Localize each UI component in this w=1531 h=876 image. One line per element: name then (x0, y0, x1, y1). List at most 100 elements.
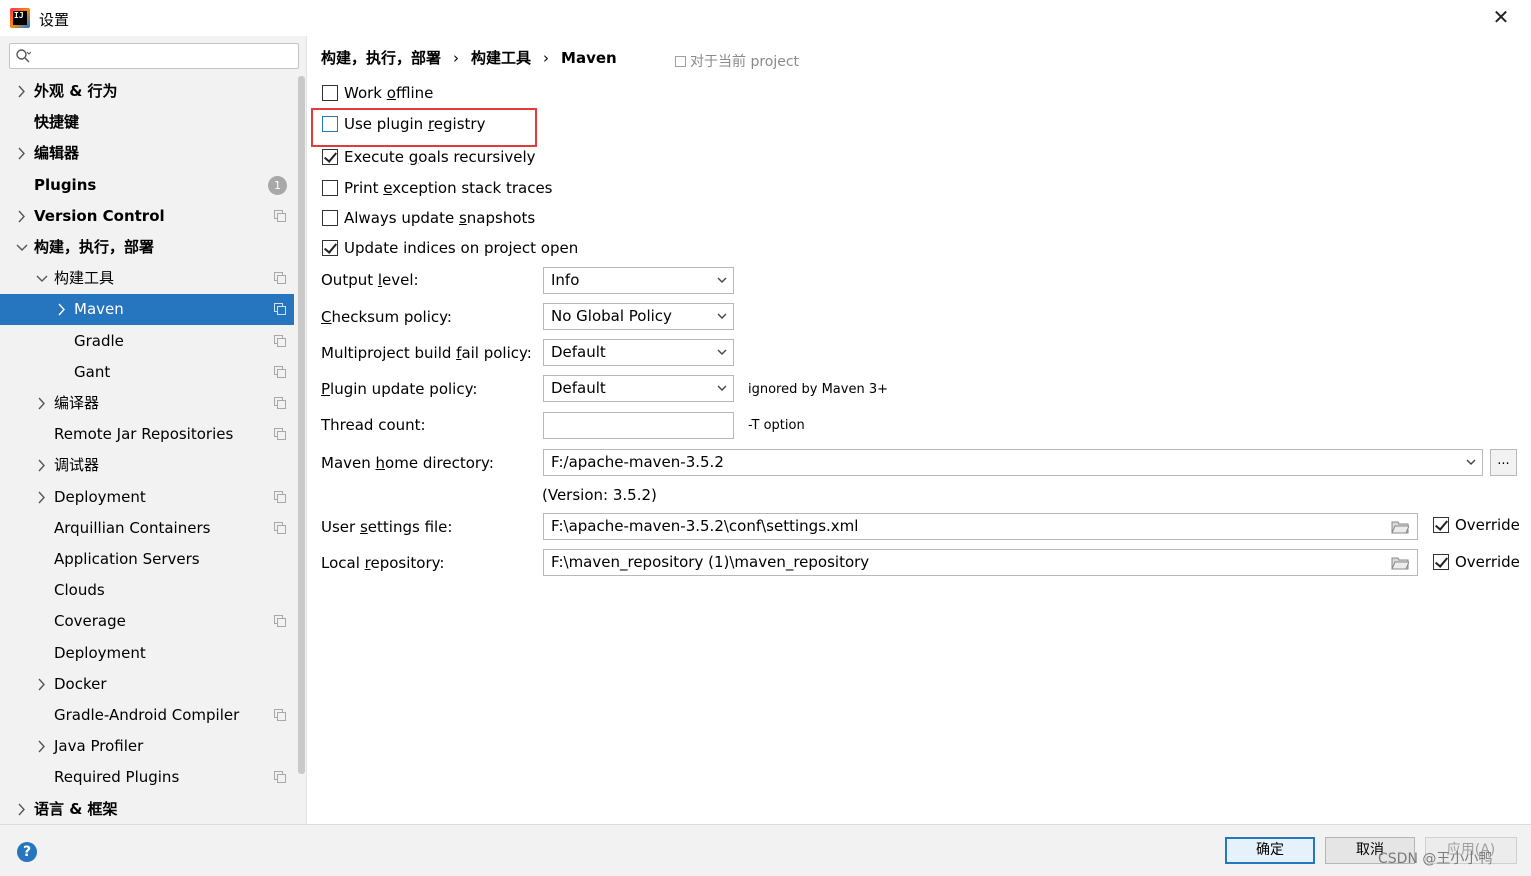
sidebar-item[interactable]: 编译器 (0, 388, 294, 419)
local-repository-value: F:\maven_repository (1)\maven_repository (551, 553, 870, 571)
sidebar-item[interactable]: 语言 & 框架 (0, 794, 294, 825)
dialog-button-bar: ? 确定 取消 应用(A) CSDN @王小小鸭 (0, 824, 1531, 876)
chevron-right-icon[interactable] (15, 794, 29, 825)
sidebar-item-label: Gant (74, 363, 111, 381)
checksum-policy-value: No Global Policy (551, 307, 672, 325)
chevron-right-icon[interactable] (15, 138, 29, 169)
sidebar-item-label: Deployment (54, 644, 146, 662)
settings-search-box[interactable] (9, 43, 299, 69)
chevron-down-icon[interactable] (35, 263, 49, 294)
copy-icon (274, 615, 286, 627)
sidebar-item[interactable]: 编辑器 (0, 138, 294, 169)
settings-sidebar: 外观 & 行为快捷键编辑器 Plugins 1 Version Control 构建，执… (0, 36, 307, 824)
checkbox-box[interactable] (322, 180, 338, 196)
sidebar-scrollbar[interactable] (298, 76, 305, 774)
maven-home-select[interactable]: F:/apache-maven-3.5.2 (543, 449, 1483, 476)
maven-home-value: F:/apache-maven-3.5.2 (551, 453, 724, 471)
project-scope-label: 对于当前 project (675, 51, 799, 71)
breadcrumb-build: 构建，执行，部署 (321, 49, 442, 67)
csdn-watermark: CSDN @王小小鸭 (1378, 851, 1493, 867)
sidebar-item[interactable]: Deployment (0, 482, 294, 513)
sidebar-item[interactable]: Required Plugins (0, 762, 294, 793)
copy-icon (274, 272, 286, 284)
sidebar-item[interactable]: Coverage (0, 606, 294, 637)
sidebar-item-label: Version Control (34, 207, 165, 225)
sidebar-item[interactable]: 构建工具 (0, 263, 294, 294)
ok-button[interactable]: 确定 (1225, 837, 1315, 864)
copy-icon (274, 366, 286, 378)
sidebar-item-label: Plugins (34, 176, 97, 194)
sidebar-item-label: Arquillian Containers (54, 519, 211, 537)
sidebar-item[interactable]: Deployment (0, 638, 294, 669)
close-icon[interactable]: ✕ (1490, 6, 1512, 28)
sidebar-item[interactable]: 外观 & 行为 (0, 76, 294, 107)
sidebar-item[interactable]: Arquillian Containers (0, 513, 294, 544)
sidebar-item[interactable]: 快捷键 (0, 107, 294, 138)
user-settings-input[interactable]: F:\apache-maven-3.5.2\conf\settings.xml (543, 513, 1418, 540)
chevron-right-icon[interactable] (15, 201, 29, 232)
sidebar-item[interactable]: 构建，执行，部署 (0, 232, 294, 263)
override-label: Override (1455, 553, 1520, 571)
sidebar-item-label: Gradle (74, 332, 124, 350)
chevron-down-icon (717, 277, 727, 283)
sidebar-item[interactable]: Gradle-Android Compiler (0, 700, 294, 731)
sidebar-item[interactable]: Docker (0, 669, 294, 700)
sidebar-item-label: 快捷键 (34, 113, 80, 131)
copy-icon (274, 522, 286, 534)
output-level-select[interactable]: Info (543, 267, 734, 294)
sidebar-item-label: Application Servers (54, 550, 200, 568)
breadcrumb-build-tools: 构建工具 (471, 49, 532, 67)
copy-icon (274, 491, 286, 503)
thread-count-label: Thread count: (321, 416, 426, 434)
sidebar-item[interactable]: Java Profiler (0, 731, 294, 762)
user-settings-value: F:\apache-maven-3.5.2\conf\settings.xml (551, 517, 859, 535)
browse-maven-home-button[interactable]: ... (1490, 449, 1517, 476)
checkbox-box[interactable] (322, 210, 338, 226)
search-icon (16, 49, 31, 63)
search-input[interactable] (38, 47, 288, 65)
chevron-down-icon (1466, 459, 1476, 465)
folder-icon[interactable] (1391, 556, 1409, 570)
chevron-right-icon[interactable] (55, 294, 69, 325)
chevron-right-icon[interactable] (35, 388, 49, 419)
intellij-app-icon: IJ (10, 8, 30, 28)
checksum-policy-select[interactable]: No Global Policy (543, 303, 734, 330)
sidebar-item[interactable]: Application Servers (0, 544, 294, 575)
chevron-right-icon[interactable] (35, 450, 49, 481)
checkbox-box[interactable] (1433, 554, 1449, 570)
multiproject-policy-select[interactable]: Default (543, 339, 734, 366)
chevron-right-icon[interactable] (35, 669, 49, 700)
sidebar-item[interactable]: Gant (0, 357, 294, 388)
maven-settings-panel: 构建，执行，部署 › 构建工具 › Maven 对于当前 project Work of… (307, 36, 1531, 824)
sidebar-item[interactable]: Remote Jar Repositories (0, 419, 294, 450)
sidebar-item[interactable]: 调试器 (0, 450, 294, 481)
window-title: 设置 (39, 11, 70, 29)
sidebar-item-label: Remote Jar Repositories (54, 425, 234, 443)
sidebar-item[interactable]: Maven (0, 294, 294, 325)
sidebar-item[interactable]: Gradle (0, 326, 294, 357)
chevron-right-icon[interactable] (35, 482, 49, 513)
checkbox-box[interactable] (322, 85, 338, 101)
plugin-update-policy-label: Plugin update policy: (321, 380, 478, 398)
checkbox-box[interactable] (322, 240, 338, 256)
checkbox-box[interactable] (322, 149, 338, 165)
sidebar-item-label: 构建，执行，部署 (34, 238, 155, 256)
sidebar-item[interactable]: Clouds (0, 575, 294, 606)
chevron-right-icon[interactable] (35, 731, 49, 762)
sidebar-item[interactable]: Version Control (0, 201, 294, 232)
local-repository-input[interactable]: F:\maven_repository (1)\maven_repository (543, 549, 1418, 576)
sidebar-item-label: Docker (54, 675, 107, 693)
sidebar-item[interactable]: Plugins 1 (0, 170, 294, 201)
thread-count-input[interactable] (543, 412, 734, 439)
chevron-down-icon[interactable] (15, 232, 29, 263)
thread-count-hint: -T option (748, 418, 805, 433)
local-repository-label: Local repository: (321, 554, 445, 572)
plugin-update-hint: ignored by Maven 3+ (748, 382, 888, 397)
chevron-down-icon (717, 385, 727, 391)
chevron-right-icon[interactable] (15, 76, 29, 107)
help-icon[interactable]: ? (17, 842, 37, 862)
folder-icon[interactable] (1391, 520, 1409, 534)
checkbox-box[interactable] (1433, 517, 1449, 533)
chevron-down-icon (717, 349, 727, 355)
plugin-update-policy-select[interactable]: Default (543, 375, 734, 402)
